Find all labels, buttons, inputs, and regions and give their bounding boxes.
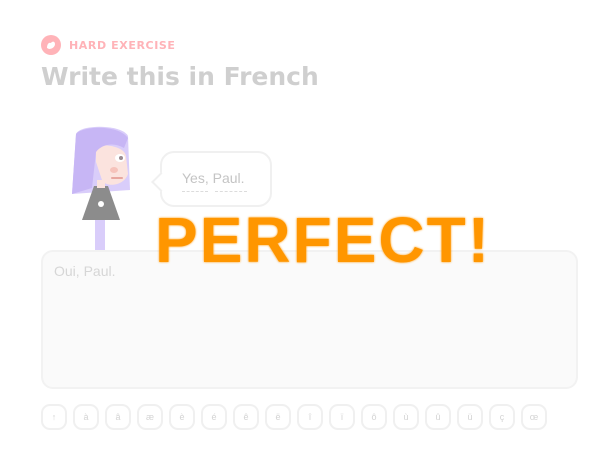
- speech-bubble-tail: [151, 172, 171, 192]
- page-title: Write this in French: [41, 62, 319, 91]
- key-u-grave[interactable]: ù: [393, 404, 419, 430]
- key-e-circumflex[interactable]: ê: [233, 404, 259, 430]
- special-characters-keyboard: ↑ à â æ è é ê ë î ï ô ù û ü ç œ: [41, 404, 547, 430]
- key-i-diaeresis[interactable]: ï: [329, 404, 355, 430]
- word-underline-2: [215, 191, 247, 192]
- key-a-circumflex[interactable]: â: [105, 404, 131, 430]
- key-c-cedilla[interactable]: ç: [489, 404, 515, 430]
- key-e-acute[interactable]: é: [201, 404, 227, 430]
- key-oe[interactable]: œ: [521, 404, 547, 430]
- key-u-diaeresis[interactable]: ü: [457, 404, 483, 430]
- prompt-sentence: Yes, Paul.: [182, 170, 245, 186]
- key-e-grave[interactable]: è: [169, 404, 195, 430]
- key-a-grave[interactable]: à: [73, 404, 99, 430]
- muscle-icon: [41, 35, 61, 55]
- character-illustration: [62, 122, 142, 252]
- key-u-circumflex[interactable]: û: [425, 404, 451, 430]
- key-ae[interactable]: æ: [137, 404, 163, 430]
- key-i-circumflex[interactable]: î: [297, 404, 323, 430]
- word-underline-1: [182, 191, 208, 192]
- key-shift[interactable]: ↑: [41, 404, 67, 430]
- key-e-diaeresis[interactable]: ë: [265, 404, 291, 430]
- speech-bubble: Yes, Paul.: [151, 151, 272, 207]
- key-o-circumflex[interactable]: ô: [361, 404, 387, 430]
- perfect-feedback: PERFECT!: [155, 204, 491, 276]
- badge-label: HARD EXERCISE: [69, 38, 176, 52]
- answer-text: Oui, Paul.: [54, 263, 116, 279]
- hard-exercise-badge: HARD EXERCISE: [41, 35, 176, 55]
